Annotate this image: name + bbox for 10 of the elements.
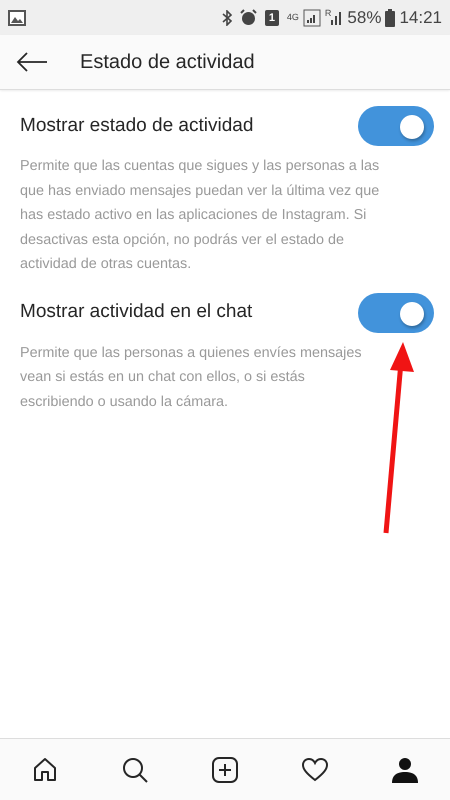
setting-title: Mostrar estado de actividad xyxy=(20,114,254,138)
clock-time: 14:21 xyxy=(399,6,442,29)
network-type: 4G xyxy=(286,13,299,22)
battery-percentage: 58% xyxy=(347,6,382,29)
setting-title: Mostrar actividad en el chat xyxy=(20,300,252,324)
setting-description: Permite que las personas a quienes envíes mensajes vean si estás en un chat con ellos, o si estás escribiendo o usando la cámara. xyxy=(20,344,363,412)
setting-description: Permite que las cuentas que sigues y las personas a las que has enviado mensajes puedan ver la última vez que has estado activo en las aplicaciones de Instagram. Si desactivas esta opción, no podrás ver el estado de actividad de otras cuentas. xyxy=(20,157,380,274)
page-title: Estado de actividad xyxy=(80,50,255,75)
roaming-indicator: R xyxy=(324,9,332,18)
sim-badge: 1 xyxy=(264,10,279,26)
